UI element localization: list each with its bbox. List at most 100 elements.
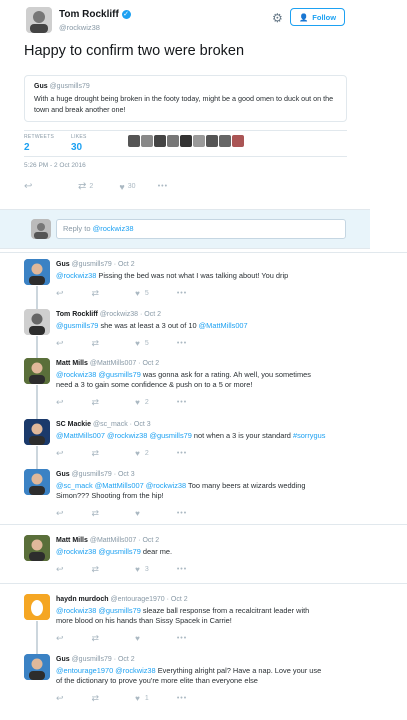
retweet-icon[interactable]: ⇄: [92, 693, 100, 704]
avatar[interactable]: [24, 535, 50, 561]
retweet-icon[interactable]: ⇄: [92, 288, 100, 299]
reply-author-handle[interactable]: @MattMills007 · Oct 2: [88, 537, 159, 544]
reply-author-name[interactable]: SC Mackie: [56, 421, 91, 428]
retweet-icon[interactable]: ⇄: [92, 448, 100, 459]
more-icon[interactable]: •••: [177, 510, 187, 517]
thread-connector: [36, 446, 38, 471]
reply-author-handle[interactable]: @gusmills79 · Oct 3: [70, 471, 135, 478]
retweet-icon[interactable]: ⇄: [92, 508, 100, 519]
more-icon[interactable]: •••: [177, 450, 187, 457]
liker-avatar[interactable]: [193, 135, 205, 147]
like-icon[interactable]: ♥: [135, 509, 140, 518]
reply-author-handle[interactable]: @entourage1970 · Oct 2: [109, 596, 187, 603]
reply-icon[interactable]: ↩: [56, 338, 64, 349]
mention-link[interactable]: @rockwiz38 @gusmills79: [56, 606, 141, 615]
reply-text-line: Simon??? Shooting from the hip!: [56, 491, 164, 502]
like-icon[interactable]: ♥: [119, 182, 124, 192]
reply-icon[interactable]: ↩: [56, 693, 64, 704]
liker-avatar[interactable]: [180, 135, 192, 147]
likes-count[interactable]: 30: [71, 142, 82, 153]
reply-icon[interactable]: ↩: [56, 633, 64, 644]
mention-link[interactable]: #sorrygus: [293, 431, 325, 440]
reply-text-line: need a 3 to gain some confidence & push …: [56, 380, 252, 391]
reply-author-handle[interactable]: @gusmills79 · Oct 2: [70, 261, 135, 268]
more-icon[interactable]: •••: [177, 290, 187, 297]
like-icon[interactable]: ♥: [135, 339, 140, 348]
reply-icon[interactable]: ↩: [56, 564, 64, 575]
reply-author-handle[interactable]: @MattMills007 · Oct 2: [88, 360, 159, 367]
reply-author-handle[interactable]: @sc_mack · Oct 3: [91, 421, 151, 428]
like-icon[interactable]: ♥: [135, 449, 140, 458]
liker-avatar[interactable]: [232, 135, 244, 147]
quoted-tweet-text: With a huge drought being broken in the …: [34, 94, 334, 114]
retweet-icon[interactable]: ⇄: [92, 397, 100, 408]
mention-link[interactable]: @entourage1970 @rockwiz38: [56, 666, 156, 675]
avatar[interactable]: [24, 419, 50, 445]
quoted-tweet-card[interactable]: Gus @gusmills79 With a huge drought bein…: [24, 75, 347, 122]
mention-link[interactable]: @MattMills007: [199, 321, 248, 330]
reply-icon[interactable]: ↩: [24, 181, 52, 192]
retweet-icon[interactable]: ⇄: [92, 564, 100, 575]
like-icon[interactable]: ♥: [135, 694, 140, 703]
reply-author-name[interactable]: Gus: [56, 471, 70, 478]
liker-avatar[interactable]: [219, 135, 231, 147]
reply-author-name[interactable]: haydn murdoch: [56, 596, 109, 603]
liker-avatar[interactable]: [167, 135, 179, 147]
likers-avatars[interactable]: [128, 135, 244, 147]
avatar[interactable]: [24, 259, 50, 285]
avatar[interactable]: [26, 7, 52, 33]
mention-link[interactable]: @MattMills007 @rockwiz38 @gusmills79: [56, 431, 192, 440]
reply-author-name[interactable]: Gus: [56, 656, 70, 663]
more-icon[interactable]: •••: [177, 340, 187, 347]
reply-actions: ↩ ⇄ ♥ 2 •••: [56, 448, 187, 459]
reply-icon[interactable]: ↩: [56, 397, 64, 408]
reply-author-name[interactable]: Gus: [56, 261, 70, 268]
retweet-icon[interactable]: ⇄: [92, 338, 100, 349]
like-icon[interactable]: ♥: [135, 398, 140, 407]
tweet-timestamp[interactable]: 5:26 PM - 2 Oct 2016: [24, 162, 86, 169]
like-icon[interactable]: ♥: [135, 634, 140, 643]
retweet-icon[interactable]: ⇄: [78, 181, 86, 192]
mention-link[interactable]: @rockwiz38 @gusmills79: [56, 370, 141, 379]
liker-avatar[interactable]: [128, 135, 140, 147]
reply-icon[interactable]: ↩: [56, 288, 64, 299]
more-icon[interactable]: •••: [158, 183, 168, 190]
reply-author-handle[interactable]: @rockwiz38 · Oct 2: [98, 311, 161, 318]
like-icon[interactable]: ♥: [135, 565, 140, 574]
reply-text-line: @rockwiz38 Pissing the bed was not what …: [56, 271, 288, 282]
retweets-count[interactable]: 2: [24, 142, 30, 153]
author-handle[interactable]: @rockwiz38: [59, 23, 100, 32]
avatar[interactable]: [24, 594, 50, 620]
reply-author-handle[interactable]: @gusmills79 · Oct 2: [70, 656, 135, 663]
more-icon[interactable]: •••: [177, 399, 187, 406]
avatar[interactable]: [24, 654, 50, 680]
follow-button[interactable]: 👤 Follow: [290, 8, 345, 26]
mention-link[interactable]: @rockwiz38 @gusmills79: [56, 547, 141, 556]
more-icon[interactable]: •••: [177, 566, 187, 573]
reply-author-name[interactable]: Tom Rockliff: [56, 311, 98, 318]
liker-avatar[interactable]: [206, 135, 218, 147]
avatar[interactable]: [24, 309, 50, 335]
more-icon[interactable]: •••: [177, 635, 187, 642]
retweet-icon[interactable]: ⇄: [92, 633, 100, 644]
mention-link[interactable]: @sc_mack @MattMills007 @rockwiz38: [56, 481, 186, 490]
reply-icon[interactable]: ↩: [56, 448, 64, 459]
reply-header: Gus @gusmills79 · Oct 3: [56, 471, 135, 478]
reply-author-name[interactable]: Matt Mills: [56, 360, 88, 367]
gear-icon[interactable]: ⚙: [272, 11, 283, 25]
liker-avatar[interactable]: [141, 135, 153, 147]
like-icon[interactable]: ♥: [135, 289, 140, 298]
mention-link[interactable]: @rockwiz38: [56, 271, 96, 280]
quoted-author-name: Gus: [34, 83, 48, 90]
more-icon[interactable]: •••: [177, 695, 187, 702]
avatar[interactable]: [24, 469, 50, 495]
reply-text-line: of the dictionary to prove you're more e…: [56, 676, 258, 687]
avatar[interactable]: [24, 358, 50, 384]
reply-separator: [0, 524, 407, 525]
reply-author-name[interactable]: Matt Mills: [56, 537, 88, 544]
mention-link[interactable]: @gusmills79: [56, 321, 98, 330]
reply-icon[interactable]: ↩: [56, 508, 64, 519]
author-name[interactable]: Tom Rockliff: [59, 9, 119, 20]
reply-input[interactable]: Reply to @rockwiz38: [56, 219, 346, 239]
liker-avatar[interactable]: [154, 135, 166, 147]
